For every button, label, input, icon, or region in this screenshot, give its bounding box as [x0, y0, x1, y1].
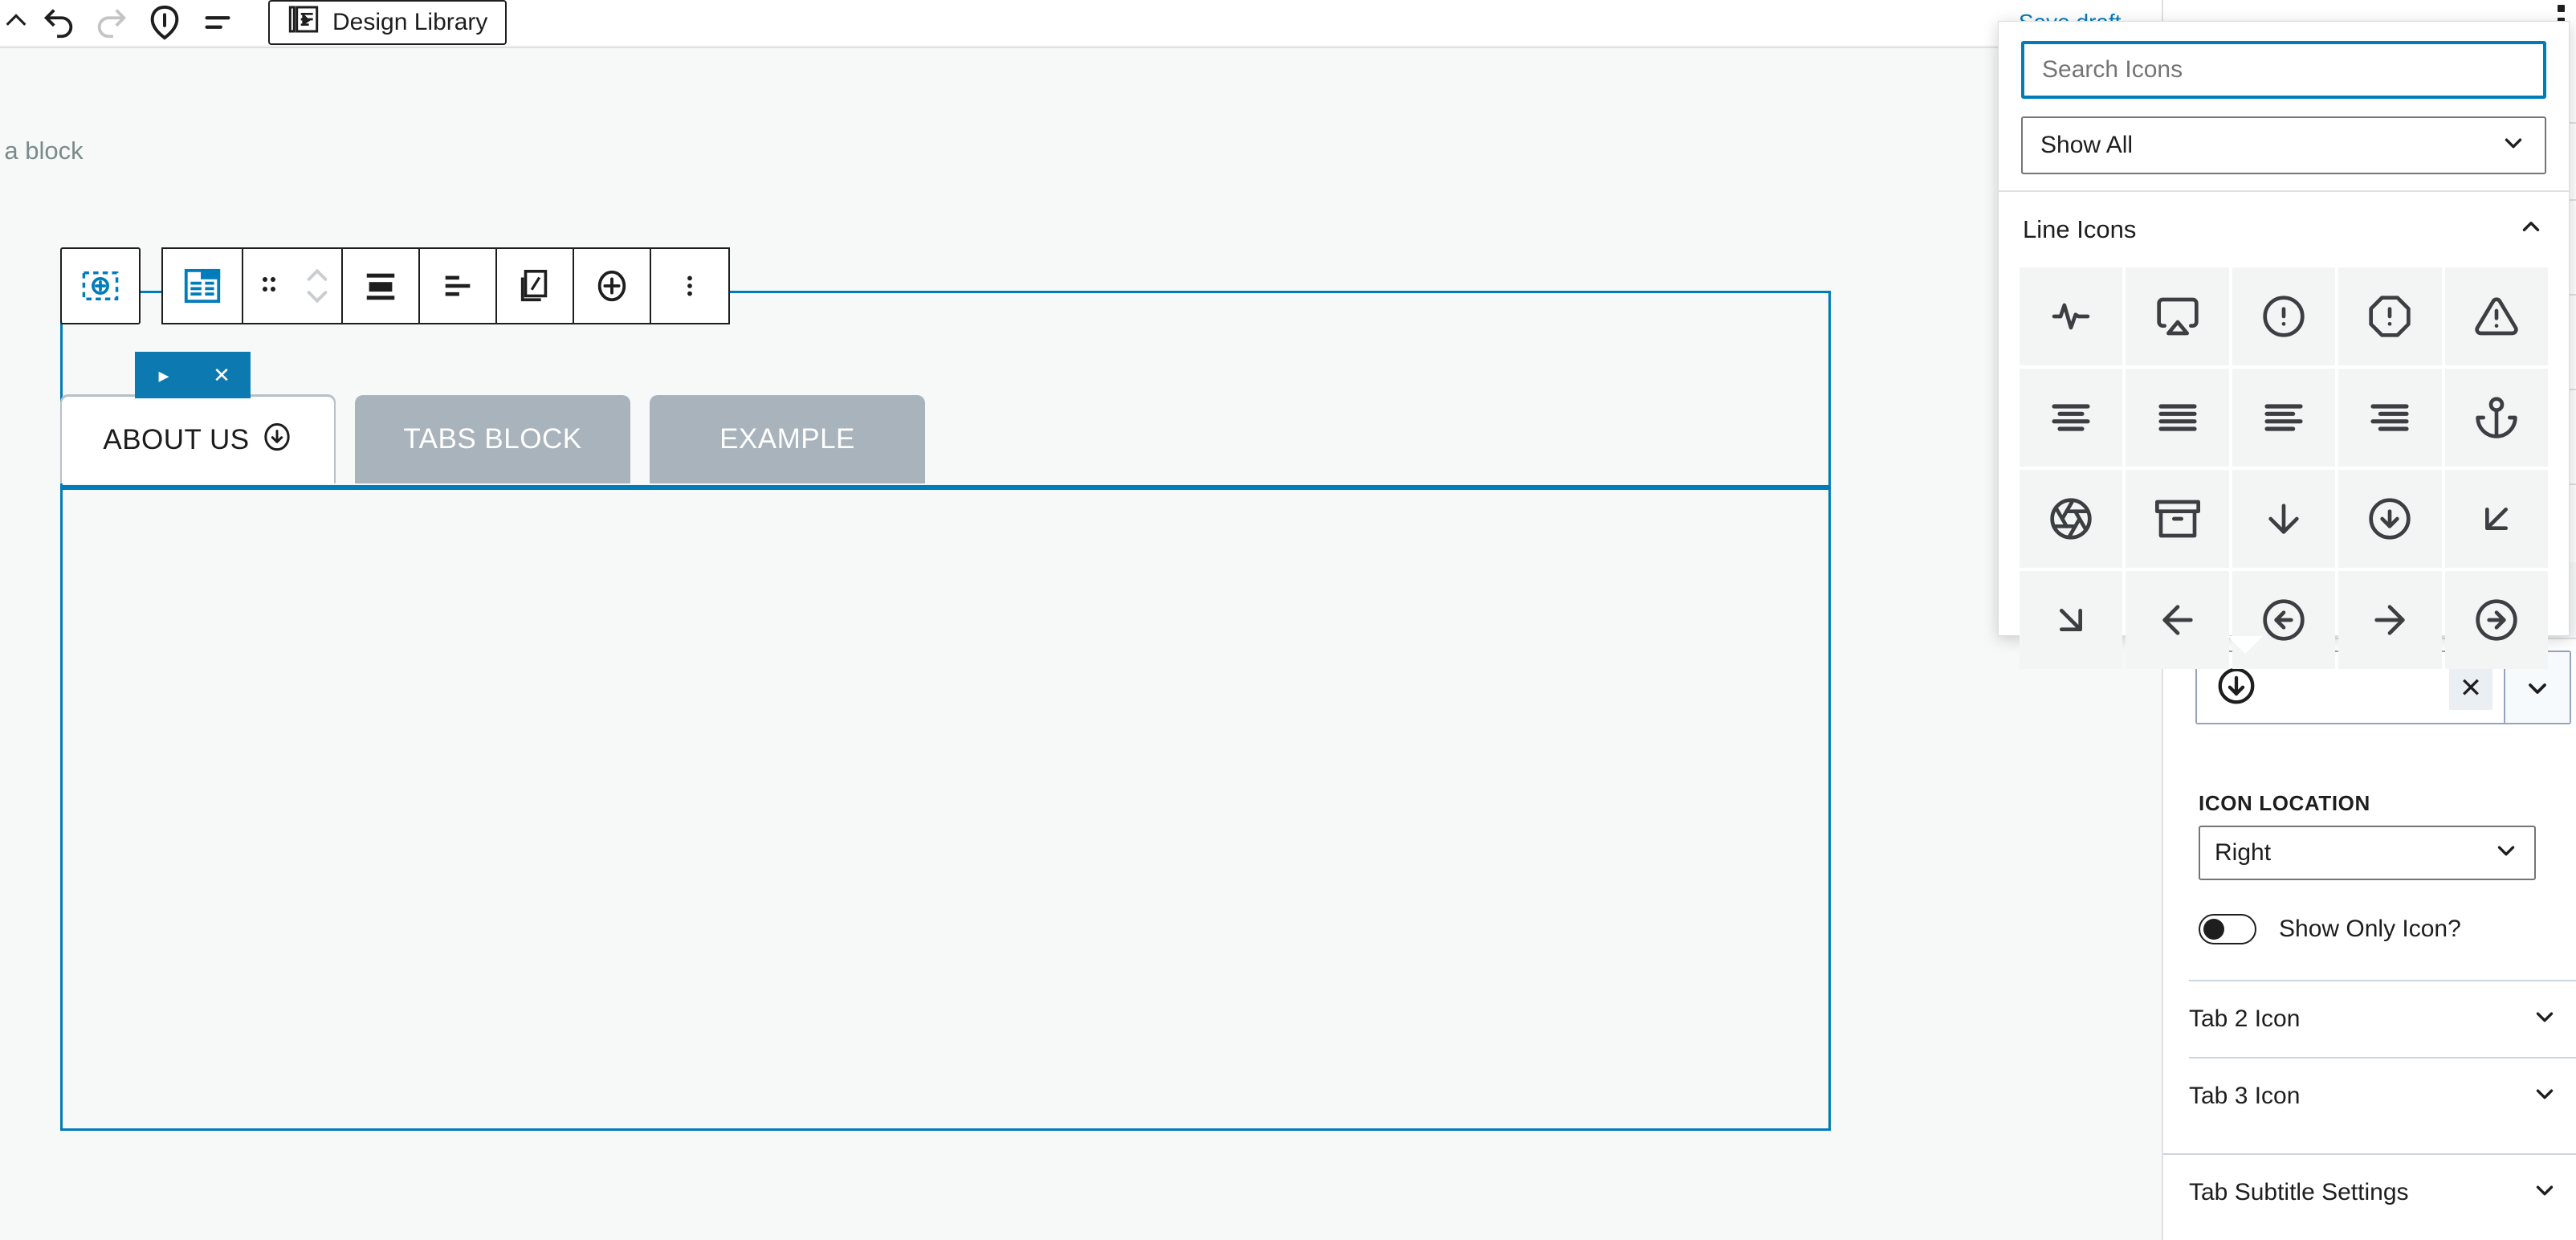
redo-icon [85, 0, 138, 45]
tab-remove-button[interactable]: ✕ [193, 363, 251, 388]
align-justify-icon[interactable] [2126, 369, 2229, 467]
design-library-icon [287, 3, 320, 42]
panel-tab-3-icon-label: Tab 3 Icon [2189, 1083, 2301, 1109]
tab-example[interactable]: EXAMPLE [650, 395, 925, 483]
align-left-icon[interactable] [2232, 369, 2336, 467]
choose-block-placeholder[interactable]: se a block [0, 137, 84, 165]
list-view-icon[interactable] [191, 0, 244, 45]
archive-icon[interactable] [2126, 470, 2229, 568]
show-only-icon-toggle[interactable] [2199, 914, 2256, 944]
tab-about-us[interactable]: ABOUT US [60, 395, 336, 483]
undo-icon[interactable] [32, 0, 85, 45]
panel-tab-2-icon-label: Tab 2 Icon [2189, 1005, 2301, 1032]
arrow-right-icon[interactable] [2338, 571, 2442, 669]
align-text-icon[interactable] [420, 249, 497, 323]
airplay-icon[interactable] [2126, 267, 2229, 365]
topbar-left-tools: Design Library [0, 0, 507, 45]
show-only-icon-row: Show Only Icon? [2199, 914, 2461, 944]
arrow-down-circle-icon[interactable] [2338, 470, 2442, 568]
line-icons-section-title: Line Icons [2023, 215, 2137, 243]
icon-grid [1999, 267, 2569, 669]
block-toolbar [60, 247, 730, 324]
design-library-button[interactable]: Design Library [268, 0, 507, 45]
popover-tail [2228, 636, 2263, 654]
clear-icon-button[interactable]: ✕ [2449, 667, 2492, 710]
icon-picker-header: Search Icons Show All [1999, 22, 2569, 190]
chevron-down-icon [2531, 1176, 2576, 1209]
design-library-label: Design Library [332, 9, 488, 35]
anchor-icon[interactable] [2444, 369, 2548, 467]
arrow-left-circle-icon[interactable] [2232, 571, 2336, 669]
icon-filter-select[interactable]: Show All [2021, 116, 2546, 174]
chevron-down-icon [2531, 1079, 2576, 1113]
chevron-down-icon [2492, 836, 2520, 870]
arrow-down-right-icon[interactable] [2020, 571, 2123, 669]
align-center-icon[interactable] [2020, 369, 2123, 467]
block-inserter-button[interactable] [62, 249, 139, 323]
toolbar-gap [141, 247, 161, 324]
tab-mini-toolbar: ▸ ✕ [135, 352, 251, 398]
panel-tab-2-icon[interactable]: Tab 2 Icon [2189, 980, 2576, 1057]
show-only-icon-label: Show Only Icon? [2279, 916, 2461, 942]
tab-move-button[interactable]: ▸ [135, 363, 193, 388]
tab-strip: ABOUT US TABS BLOCK EXAMPLE [60, 395, 925, 483]
chevron-up-icon [2517, 213, 2545, 247]
aperture-icon[interactable] [2020, 470, 2123, 568]
toggle-knob [2203, 919, 2224, 940]
icon-filter-value: Show All [2040, 132, 2134, 158]
icon-location-label: ICON LOCATION [2199, 791, 2370, 815]
scroll-dot [2558, 5, 2565, 12]
icon-location-value: Right [2215, 839, 2272, 866]
edit-as-html-icon[interactable] [497, 249, 574, 323]
move-up-down-icon[interactable] [293, 249, 343, 323]
tab-tabs-block-label: TABS BLOCK [403, 423, 582, 455]
chevron-down-icon [2529, 683, 2546, 694]
align-right-icon[interactable] [2338, 369, 2442, 467]
block-inserter-group [60, 247, 141, 324]
align-full-icon[interactable] [343, 249, 420, 323]
editor-root: Design Library Save draft Preview Publis… [0, 0, 2576, 1240]
panel-tab-subtitle-label: Tab Subtitle Settings [2189, 1179, 2409, 1205]
block-type-tabs-icon[interactable] [163, 249, 243, 323]
arrow-down-icon[interactable] [2232, 470, 2336, 568]
alert-triangle-icon[interactable] [2444, 267, 2548, 365]
alert-octagon-icon[interactable] [2338, 267, 2442, 365]
chevron-down-icon [2531, 1002, 2576, 1036]
block-options-icon[interactable] [651, 249, 728, 323]
icon-search-input[interactable]: Search Icons [2021, 41, 2546, 99]
activity-icon[interactable] [2020, 267, 2123, 365]
alert-circle-icon[interactable] [2232, 267, 2336, 365]
arrow-down-circle-icon [2215, 664, 2258, 712]
chevron-down-icon [2500, 128, 2527, 162]
icon-location-select[interactable]: Right [2199, 826, 2536, 880]
add-tab-icon[interactable] [574, 249, 651, 323]
panel-tab-subtitle-settings[interactable]: Tab Subtitle Settings [2163, 1153, 2576, 1230]
block-controls-group [161, 247, 730, 324]
arrow-right-circle-icon[interactable] [2444, 571, 2548, 669]
line-icons-section-header[interactable]: Line Icons [1999, 192, 2569, 267]
tab-content-selection-outline[interactable] [60, 487, 1831, 1131]
editor-canvas: se a block [0, 47, 2162, 1240]
arrow-left-icon[interactable] [2126, 571, 2229, 669]
tab-tabs-block[interactable]: TABS BLOCK [355, 395, 630, 483]
edit-mode-icon[interactable] [0, 0, 32, 45]
drag-handle-icon[interactable] [243, 249, 293, 323]
arrow-down-left-icon[interactable] [2444, 470, 2548, 568]
arrow-down-circle-icon [261, 421, 293, 460]
tab-about-us-label: ABOUT US [103, 424, 250, 455]
tab-example-label: EXAMPLE [719, 423, 855, 455]
panel-tab-3-icon[interactable]: Tab 3 Icon [2189, 1057, 2576, 1134]
icon-picker-popover: Search Icons Show All Line Icons [1998, 21, 2570, 669]
details-icon[interactable] [138, 0, 191, 45]
